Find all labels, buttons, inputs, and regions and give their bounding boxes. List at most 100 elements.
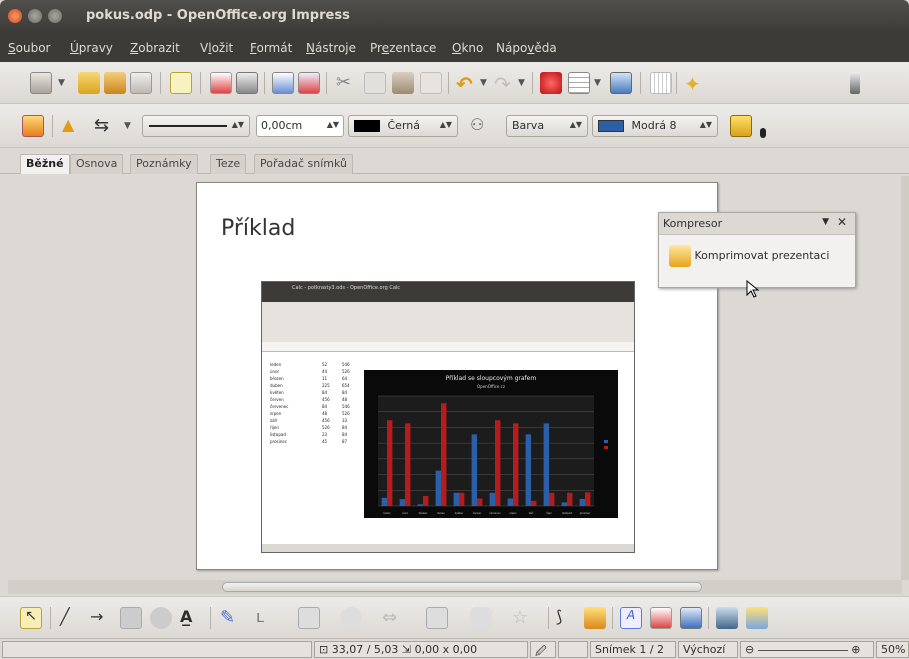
menu-okno[interactable]: Okno (452, 41, 483, 55)
embedded-formula-bar (262, 342, 634, 352)
ellipse-tool-icon[interactable] (150, 607, 172, 629)
sheet-cell: březen (270, 376, 284, 381)
status-zoom[interactable]: 50% (876, 641, 909, 658)
menu-soubor[interactable]: Soubor (8, 41, 50, 55)
open-folder-icon[interactable] (78, 72, 100, 94)
extrusion-icon[interactable] (716, 607, 738, 629)
save-icon[interactable] (104, 72, 126, 94)
line-style-select[interactable]: ▲▼ (142, 115, 250, 137)
sheet-cell: 44 (322, 369, 328, 374)
zoom-in-icon[interactable]: ⊕ (851, 643, 860, 656)
tab-poznamky[interactable]: Poznámky (130, 154, 198, 174)
horizontal-scroll-thumb[interactable] (222, 582, 702, 592)
select-arrow-icon[interactable]: ↖ (20, 607, 42, 629)
menu-prezentace[interactable]: Prezentace (370, 41, 436, 55)
basic-shapes-icon[interactable] (298, 607, 320, 629)
arrow-tool-icon[interactable]: → (90, 607, 112, 629)
status-modified[interactable]: 🖉 (530, 641, 556, 658)
redo-dropdown-icon[interactable]: ▼ (518, 78, 525, 88)
line-fill-style-icon[interactable] (22, 115, 44, 137)
fill-type-select[interactable]: Barva ▲▼ (506, 115, 588, 137)
autospellcheck-icon[interactable] (298, 72, 320, 94)
callouts-icon[interactable] (470, 607, 492, 629)
chart-category-label: červenec (489, 511, 501, 515)
undo-icon[interactable]: ↶ (456, 72, 478, 96)
cut-icon[interactable]: ✂ (336, 72, 358, 94)
spellcheck-icon[interactable] (272, 72, 294, 94)
chart-icon[interactable] (540, 72, 562, 94)
menu-upravy[interactable]: Úpravy (70, 41, 113, 55)
zoom-out-icon[interactable]: ⊖ (745, 643, 754, 656)
slide-title[interactable]: Příklad (221, 216, 295, 241)
table-dropdown-icon[interactable]: ▼ (594, 78, 601, 88)
connector-tool-icon[interactable]: ʟ (256, 607, 278, 629)
line-icon[interactable]: ▲ (62, 115, 84, 137)
tab-poradac-snimku[interactable]: Pořadač snímků (254, 154, 353, 174)
close-window-icon[interactable] (8, 9, 22, 23)
from-file-icon[interactable] (650, 607, 672, 629)
new-dropdown-icon[interactable]: ▼ (58, 78, 65, 88)
table-icon[interactable] (568, 72, 590, 94)
copy-icon[interactable] (364, 72, 386, 94)
sheet-cell: 23 (322, 432, 328, 437)
text-tool-icon[interactable]: A̲ (180, 607, 202, 629)
tab-teze[interactable]: Teze (210, 154, 247, 174)
status-signature[interactable] (558, 641, 588, 658)
gallery-icon[interactable] (680, 607, 702, 629)
menu-nastroje[interactable]: Nástroje (306, 41, 356, 55)
shadow-icon[interactable] (730, 115, 752, 137)
toolbar-overflow-icon[interactable] (850, 72, 860, 94)
zoom-slider[interactable]: ⊖ ⊕ (740, 641, 874, 658)
compress-icon (669, 245, 691, 267)
print-icon[interactable] (236, 72, 258, 94)
align-icon[interactable] (746, 607, 768, 629)
chart-bar (423, 495, 429, 506)
line-width-input[interactable]: 0,00cm ▲▼ (256, 115, 344, 137)
edit-mode-icon[interactable] (170, 72, 192, 94)
menu-zobrazit[interactable]: Zobrazit (130, 41, 180, 55)
arrow-style-icon[interactable]: ⇆ (94, 115, 116, 137)
export-pdf-icon[interactable] (210, 72, 232, 94)
line-color-select[interactable]: Černá ▲▼ (348, 115, 458, 137)
points-icon[interactable]: ⟆ (556, 607, 578, 629)
toolbar-overflow-2-icon[interactable] (760, 128, 766, 138)
new-document-icon[interactable] (30, 72, 52, 94)
clone-format-icon[interactable] (420, 72, 442, 94)
status-layout[interactable]: Výchozí (678, 641, 738, 658)
paste-icon[interactable] (392, 72, 414, 94)
navigator-icon[interactable]: ✦ (684, 72, 706, 96)
fontwork-icon[interactable]: A (620, 607, 642, 629)
compressor-panel: Kompresor ▼ ✕ Komprimovat prezentaci (658, 212, 856, 288)
stars-icon[interactable]: ☆ (512, 607, 534, 629)
fill-color-select[interactable]: Modrá 8 ▲▼ (592, 115, 718, 137)
area-icon[interactable]: ⚇ (470, 115, 492, 137)
email-icon[interactable] (130, 72, 152, 94)
glue-points-icon[interactable] (584, 607, 606, 629)
line-tool-icon[interactable]: ╱ (60, 607, 82, 629)
symbol-shapes-icon[interactable] (340, 607, 362, 629)
undo-dropdown-icon[interactable]: ▼ (480, 78, 487, 88)
minimize-window-icon[interactable] (28, 9, 42, 23)
horizontal-scrollbar[interactable] (8, 580, 902, 594)
menu-napoveda[interactable]: Nápověda (496, 41, 557, 55)
rectangle-tool-icon[interactable] (120, 607, 142, 629)
flowchart-icon[interactable] (426, 607, 448, 629)
panel-menu-icon[interactable]: ▼ (822, 217, 829, 227)
curve-tool-icon[interactable]: ✎ (220, 607, 242, 629)
menu-format[interactable]: Formát (250, 41, 292, 55)
tab-bezne[interactable]: Běžné (20, 154, 70, 174)
menu-vlozit[interactable]: Vložit (200, 41, 233, 55)
compress-presentation-button[interactable]: Komprimovat prezentaci (669, 245, 829, 267)
panel-close-icon[interactable]: ✕ (837, 215, 847, 229)
zoom-slider-track[interactable] (757, 649, 848, 651)
redo-icon[interactable]: ↷ (494, 72, 516, 96)
maximize-window-icon[interactable] (48, 9, 62, 23)
vertical-scrollbar[interactable] (901, 176, 909, 580)
tab-osnova[interactable]: Osnova (70, 154, 124, 174)
display-grid-icon[interactable] (610, 72, 632, 94)
slide-canvas[interactable]: Příklad Calc - potkrasty3.ods - OpenOffi… (196, 182, 718, 570)
block-arrows-icon[interactable]: ⇔ (382, 607, 404, 629)
grid-icon[interactable] (650, 72, 672, 94)
arrow-style-dropdown-icon[interactable]: ▼ (124, 121, 131, 131)
embedded-screenshot[interactable]: Calc - potkrasty3.ods - OpenOffice.org C… (261, 281, 635, 553)
